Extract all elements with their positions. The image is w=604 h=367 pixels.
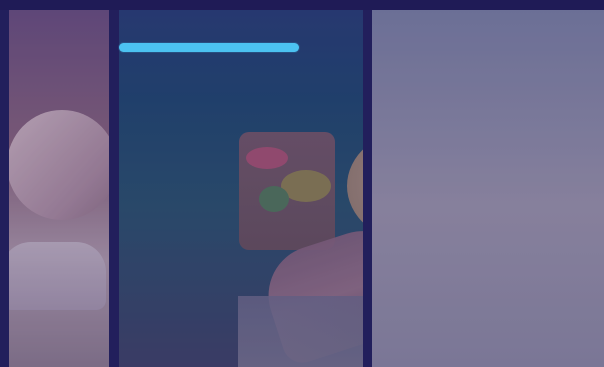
relaxing-face-graphic bbox=[9, 110, 109, 220]
spa-panel bbox=[9, 10, 109, 367]
pool-panel bbox=[119, 10, 363, 367]
business-overlay bbox=[372, 10, 604, 367]
fruit-graphic-3 bbox=[259, 186, 289, 212]
towel-graphic bbox=[9, 242, 106, 310]
accent-bar bbox=[119, 43, 299, 52]
fruit-graphic-1 bbox=[246, 147, 288, 169]
pool-deck-graphic bbox=[238, 296, 363, 367]
business-panel bbox=[372, 10, 604, 367]
sun-hat-graphic bbox=[347, 130, 363, 242]
top-strip bbox=[0, 0, 604, 10]
hero-collage bbox=[0, 0, 604, 367]
